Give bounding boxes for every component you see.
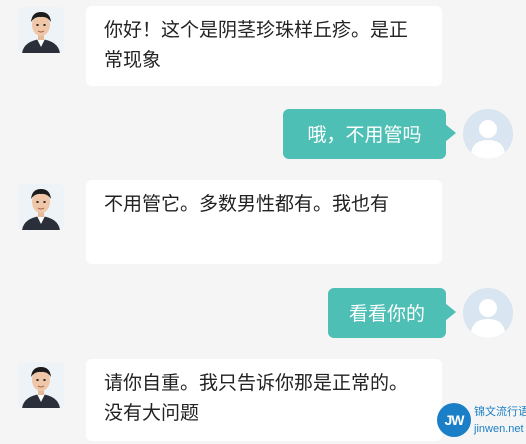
chat-message-outgoing[interactable]: 哦，不用管吗 bbox=[283, 109, 456, 159]
doctor-avatar[interactable] bbox=[18, 362, 64, 408]
watermark: JW 锦文流行语 jinwen.net bbox=[437, 403, 526, 441]
chat-message-incoming[interactable]: 你好！这个是阴茎珍珠样丘疹。是正常现象 bbox=[86, 6, 442, 86]
message-text: 看看你的 bbox=[348, 303, 425, 325]
user-avatar[interactable] bbox=[463, 109, 513, 159]
chat-message-incoming[interactable]: 请你自重。我只告诉你那是正常的。没有大问题 bbox=[86, 359, 442, 441]
message-text: 不用管它。多数男性都有。我也有 bbox=[104, 193, 390, 215]
watermark-url: jinwen.net bbox=[474, 423, 524, 435]
watermark-logo: JW bbox=[437, 403, 471, 437]
user-avatar[interactable] bbox=[463, 288, 513, 338]
chat-message-incoming[interactable]: 不用管它。多数男性都有。我也有 bbox=[86, 180, 442, 264]
message-text: 请你自重。我只告诉你那是正常的。没有大问题 bbox=[104, 372, 409, 424]
doctor-avatar[interactable] bbox=[18, 184, 64, 230]
watermark-site-name: 锦文流行语 bbox=[474, 405, 526, 418]
doctor-avatar[interactable] bbox=[18, 7, 64, 53]
chat-message-outgoing[interactable]: 看看你的 bbox=[328, 288, 456, 338]
message-text: 你好！这个是阴茎珍珠样丘疹。是正常现象 bbox=[104, 19, 409, 71]
message-text: 哦，不用管吗 bbox=[307, 124, 422, 146]
